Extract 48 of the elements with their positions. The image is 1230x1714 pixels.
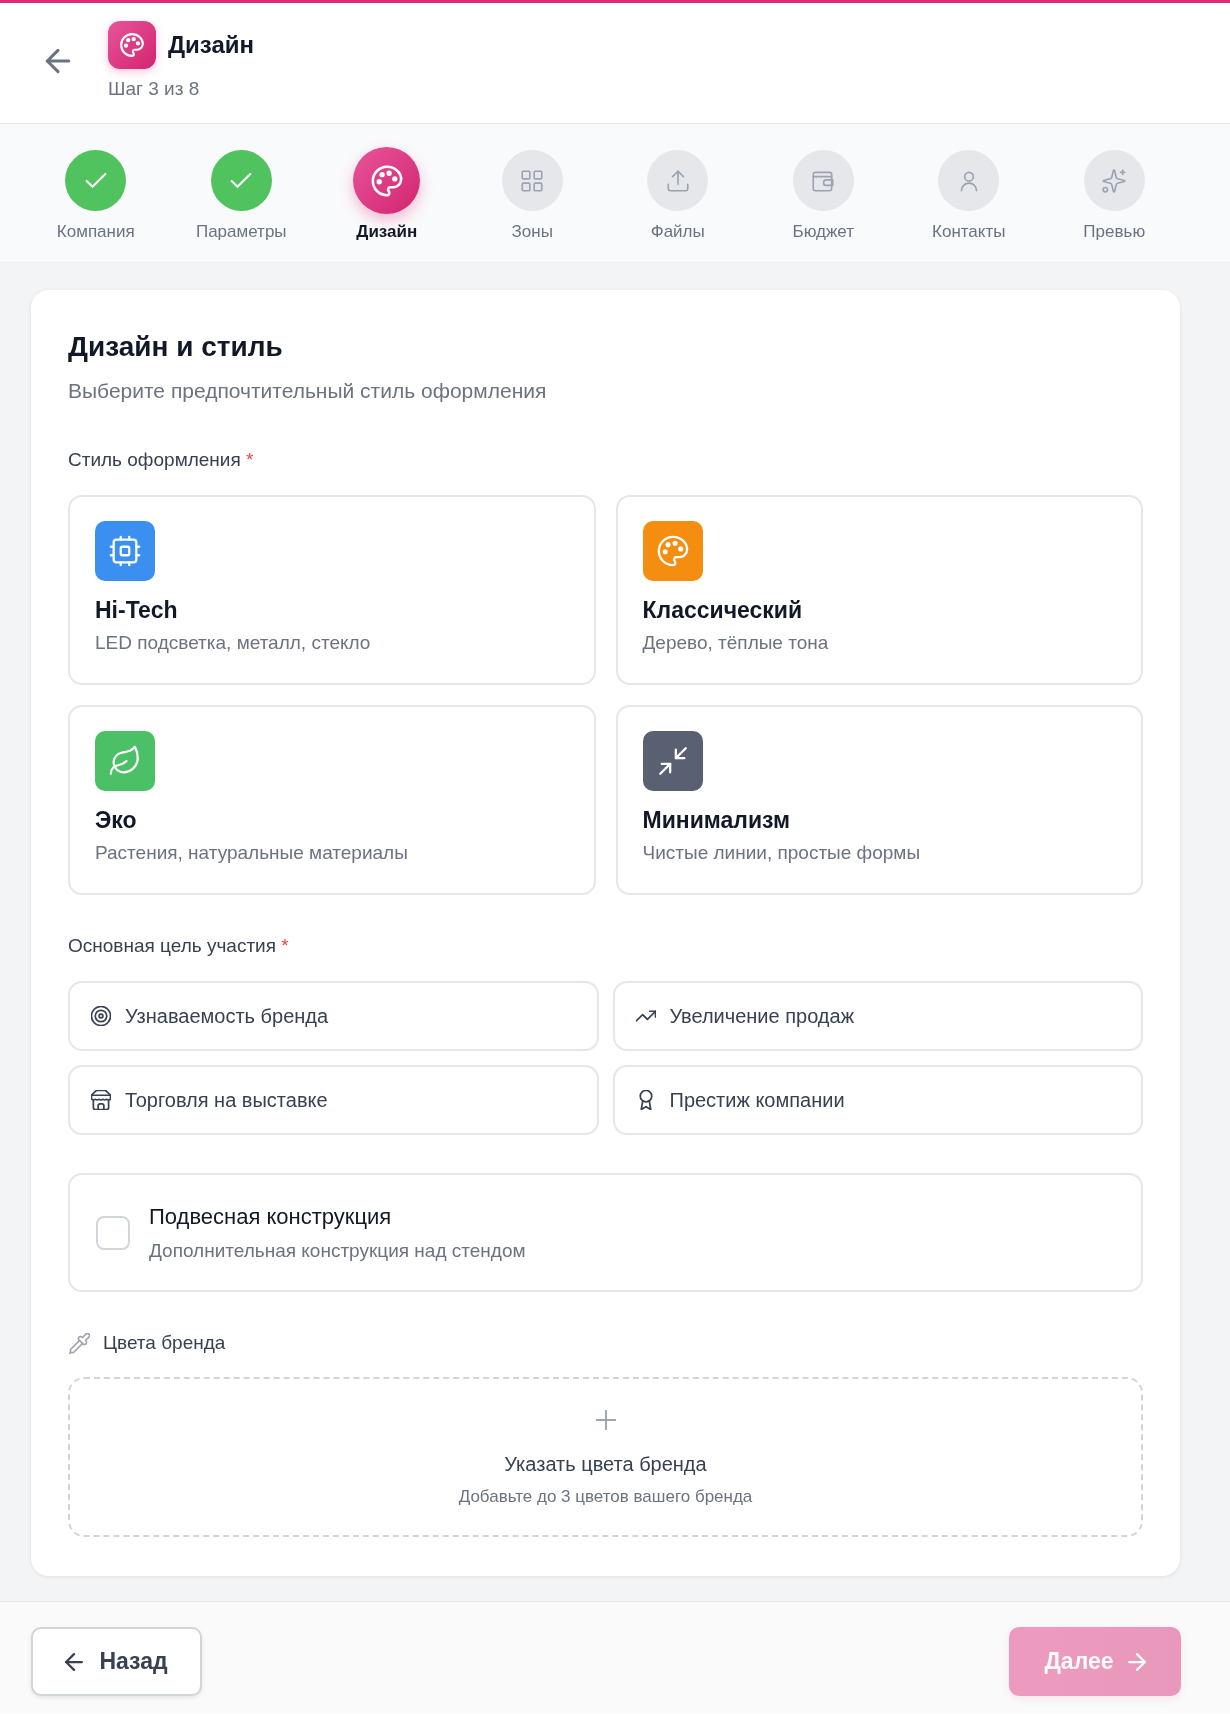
section-title: Дизайн и стиль — [68, 330, 284, 364]
option-description: Дополнительная конструкция над стендом — [149, 1238, 526, 1263]
step-tab[interactable]: Компания — [23, 147, 169, 242]
style-option-card[interactable]: Классический Дерево, тёплые тона — [615, 495, 1143, 685]
step-tab[interactable]: Файлы — [605, 147, 751, 242]
page-title: Дизайн — [168, 30, 255, 60]
field-label: Стиль оформления — [68, 449, 241, 470]
option-card[interactable]: Подвесная конструкция Дополнительная конструкция над стендом — [68, 1173, 1143, 1292]
target-icon — [91, 1006, 111, 1026]
option-title: Hi-Tech — [95, 596, 178, 624]
step-tab[interactable]: Контакты — [896, 147, 1042, 242]
shop-icon — [91, 1090, 111, 1110]
goal-option[interactable]: Увеличение продаж — [612, 981, 1143, 1051]
step-tab[interactable]: Зоны — [459, 147, 605, 242]
required-mark: * — [246, 449, 254, 470]
plus-icon — [595, 1410, 616, 1430]
goal-option[interactable]: Узнаваемость бренда — [68, 981, 599, 1051]
option-title: Минимализм — [642, 806, 790, 834]
option-description: Чистые линии, простые формы — [642, 841, 921, 865]
step-counter: Шаг 3 из 8 — [108, 77, 200, 101]
arrow-right-icon — [1127, 1652, 1146, 1671]
section-subtitle: Выберите предпочтительный стиль оформления — [68, 378, 548, 404]
checkbox[interactable] — [96, 1215, 130, 1250]
option-description: LED подсветка, металл, стекло — [95, 631, 371, 655]
required-mark: * — [281, 935, 289, 956]
field-label: Основная цель участия — [68, 935, 276, 956]
pipette-icon — [69, 1332, 90, 1354]
back-button[interactable]: Назад — [31, 1627, 202, 1696]
style-option-card[interactable]: Эко Растения, натуральные материалы — [68, 705, 596, 895]
style-option-card[interactable]: Hi-Tech LED подсветка, металл, стекло — [68, 495, 596, 685]
goal-option[interactable]: Престиж компании — [612, 1065, 1143, 1135]
option-title: Классический — [642, 596, 803, 624]
goal-option[interactable]: Торговля на выставке — [68, 1065, 599, 1135]
style-option-card[interactable]: Минимализм Чистые линии, простые формы — [615, 705, 1143, 895]
option-title: Эко — [95, 806, 137, 834]
add-colors-title: Указать цвета бренда — [504, 1452, 707, 1476]
back-arrow-icon[interactable] — [45, 48, 71, 74]
field-label: Цвета бренда — [103, 1331, 226, 1355]
step-tab[interactable]: Параметры — [168, 147, 314, 242]
option-description: Дерево, тёплые тона — [642, 631, 829, 655]
step-tab[interactable]: Превью — [1041, 147, 1187, 242]
add-colors-hint: Добавьте до 3 цветов вашего бренда — [458, 1486, 753, 1508]
option-title: Подвесная конструкция — [149, 1202, 393, 1231]
palette-icon — [108, 21, 156, 69]
step-tab[interactable]: Дизайн — [314, 147, 460, 242]
option-description: Растения, натуральные материалы — [95, 841, 408, 865]
step-tab[interactable]: Бюджет — [750, 147, 896, 242]
add-colors-area[interactable]: Указать цвета бренда Добавьте до 3 цветов вашего бренда — [68, 1377, 1143, 1537]
